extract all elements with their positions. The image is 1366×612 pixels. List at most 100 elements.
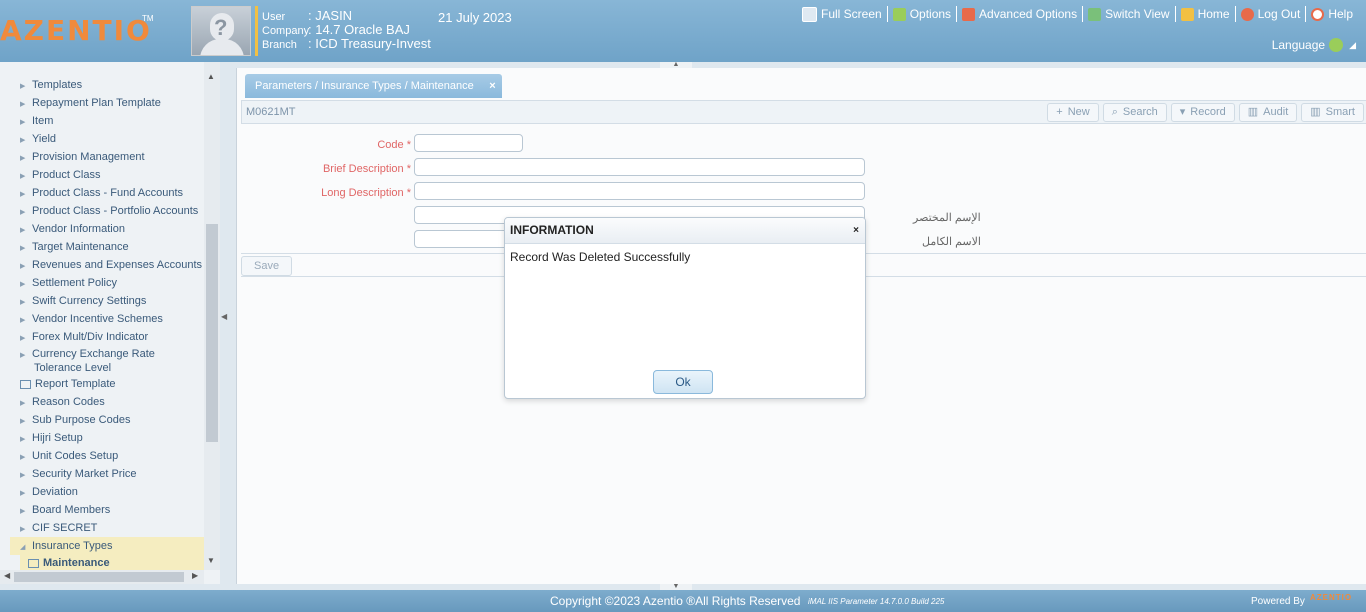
new-button[interactable]: + New [1047, 103, 1099, 122]
tree-item[interactable]: ▶ Target Maintenance [20, 238, 204, 256]
tree-item[interactable]: ▶ Sub Purpose Codes [20, 411, 204, 429]
tree-item[interactable]: ▶ Reason Codes [20, 393, 204, 411]
language-icon [1329, 38, 1344, 52]
close-tab-icon[interactable]: × [489, 74, 495, 98]
tree-item-insurance-types[interactable]: ◢ Insurance Types [10, 537, 204, 555]
code-label: Code * [377, 139, 411, 151]
help-link[interactable]: Help [1306, 6, 1358, 22]
branch-value: : ICD Treasury-Invest [308, 36, 431, 51]
plus-icon: + [1056, 106, 1063, 118]
tree-item[interactable]: Report Template [20, 375, 204, 393]
tree-item[interactable]: ▶ Revenues and Expenses Accounts [20, 256, 204, 274]
record-button[interactable]: ▾ Record [1170, 103, 1235, 122]
tree-item[interactable]: ▶ Vendor Incentive Schemes [20, 310, 204, 328]
tree-item[interactable]: ▶ Unit Codes Setup [20, 447, 204, 465]
user-info-divider [255, 6, 258, 56]
copyright-text: Copyright ©2023 Azentio ®All Rights Rese… [550, 594, 801, 608]
audit-button[interactable]: ▥ Audit [1238, 103, 1298, 122]
document-icon [28, 558, 39, 568]
tree-item[interactable]: ▶ Item [20, 112, 204, 130]
scroll-down-icon: ▼ [207, 556, 215, 565]
screen-id: M0621MT [246, 106, 296, 118]
log-out-link[interactable]: Log Out [1236, 6, 1307, 22]
user-info: User: JASIN Company: 14.7 Oracle BAJ Bra… [262, 8, 431, 52]
switch-view-link[interactable]: Switch View [1083, 6, 1176, 22]
brief-description-field[interactable] [414, 158, 865, 176]
tree-item[interactable]: ▶ Repayment Plan Template [20, 94, 204, 112]
tree-item[interactable]: ▶ Product Class - Fund Accounts [20, 184, 204, 202]
language-selector[interactable]: Language ◢ [1272, 38, 1356, 52]
full-screen-link[interactable]: Full Screen [797, 6, 888, 22]
advanced-options-link[interactable]: Advanced Options [957, 6, 1084, 22]
sidebar-horizontal-scrollbar[interactable]: ◀ ▶ [0, 570, 204, 584]
scrollbar-thumb[interactable] [14, 572, 184, 582]
tree-item[interactable]: ▶ Deviation [20, 483, 204, 501]
tree-item-maintenance[interactable]: Maintenance [20, 554, 204, 570]
home-link[interactable]: Home [1176, 6, 1236, 22]
expand-arrow-icon: ▶ [20, 335, 26, 342]
long-description-label: Long Description * [321, 187, 411, 199]
sidebar-splitter[interactable]: ◀ [220, 62, 228, 584]
dialog-title: INFORMATION [505, 218, 865, 244]
search-icon: ⌕ [1111, 106, 1118, 118]
navigation-sidebar: ▶ Templates ▶ Repayment Plan Template ▶ Ite… [0, 62, 221, 584]
tab-label: Parameters / Insurance Types / Maintenan… [255, 80, 474, 92]
tree-item[interactable]: ▶ Product Class - Portfolio Accounts [20, 202, 204, 220]
switch-view-icon [1088, 7, 1102, 21]
app-footer: Copyright ©2023 Azentio ®All Rights Rese… [0, 590, 1366, 612]
tree-item[interactable]: ▶ Settlement Policy [20, 274, 204, 292]
resize-corner-icon: ◢ [1349, 39, 1356, 50]
menu-tree: ▶ Templates ▶ Repayment Plan Template ▶ Ite… [0, 62, 204, 570]
audit-icon: ▥ [1247, 106, 1259, 118]
close-dialog-icon[interactable]: × [853, 218, 859, 243]
tree-item[interactable]: ▶ Product Class [20, 166, 204, 184]
long-description-field[interactable] [414, 182, 865, 200]
tree-item[interactable]: ▶ Currency Exchange Rate Tolerance Level [20, 348, 204, 376]
user-value: : JASIN [308, 8, 353, 23]
tab-insurance-types-maintenance[interactable]: Parameters / Insurance Types / Maintenan… [245, 74, 502, 98]
collapse-sidebar-icon: ◀ [221, 312, 228, 321]
sidebar-vertical-scrollbar[interactable]: ▲ ▼ [204, 62, 220, 570]
azentio-logo: AZENTIO [0, 14, 152, 47]
home-icon [1180, 7, 1194, 21]
brief-description-label: Brief Description * [322, 163, 411, 175]
tree-item[interactable]: ▶ Forex Mult/Div Indicator [20, 328, 204, 346]
tree-item[interactable]: ▶ Board Members [20, 501, 204, 519]
full-screen-icon [801, 6, 817, 22]
tree-item[interactable]: ▶ Provision Management [20, 148, 204, 166]
tree-item[interactable]: ▶ Vendor Information [20, 220, 204, 238]
power-icon [1240, 7, 1254, 21]
document-icon [20, 379, 31, 389]
tree-item[interactable]: ▶ CIF SECRET [20, 519, 204, 537]
options-icon [892, 7, 906, 21]
tools-icon [962, 7, 976, 21]
powered-by-label: Powered By [1251, 596, 1305, 607]
tree-item[interactable]: ▶ Hijri Setup [20, 429, 204, 447]
search-button[interactable]: ⌕ Search [1102, 103, 1167, 122]
scroll-left-icon: ◀ [4, 571, 11, 580]
avatar: ? [191, 6, 251, 56]
information-dialog: INFORMATION × Record Was Deleted Success… [504, 217, 866, 399]
options-link[interactable]: Options [888, 6, 958, 22]
scroll-right-icon: ▶ [192, 571, 199, 580]
company-value: : 14.7 Oracle BAJ [308, 22, 410, 37]
tree-item[interactable]: ▶ Swift Currency Settings [20, 292, 204, 310]
scrollbar-thumb[interactable] [206, 224, 218, 442]
branch-label: Branch [262, 39, 297, 51]
build-info: iMAL IIS Parameter 14.7.0.0 Build 225 [808, 597, 945, 606]
current-date: 21 July 2023 [438, 10, 512, 25]
scroll-up-icon: ▲ [207, 72, 215, 81]
save-button[interactable]: Save [241, 256, 293, 276]
ok-button[interactable]: Ok [653, 370, 713, 394]
expand-arrow-icon: ▶ [20, 352, 26, 359]
arabic-brief-description-label: الإسم المختصر [913, 212, 981, 224]
tree-item[interactable]: ▶ Security Market Price [20, 465, 204, 483]
tree-item[interactable]: ▶ Yield [20, 130, 204, 148]
user-label: User [262, 11, 286, 23]
smart-button[interactable]: ▥ Smart [1301, 103, 1364, 122]
code-field[interactable] [414, 134, 523, 152]
language-label: Language [1271, 38, 1326, 52]
logo-trademark: TM [142, 14, 154, 23]
footer-azentio-logo: AZENTIO [1310, 593, 1353, 602]
tree-item[interactable]: ▶ Templates [20, 76, 204, 94]
